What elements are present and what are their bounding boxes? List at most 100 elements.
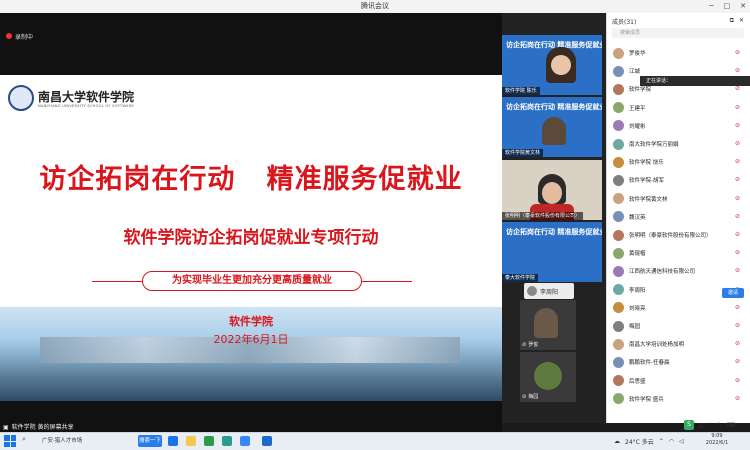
member-row[interactable]: 刘耀彬 ⊘ [606,117,746,135]
slide-school-name: 软件学院 [229,315,273,328]
mic-muted-icon[interactable]: ⊘ [735,158,740,165]
avatar [613,47,624,59]
member-row[interactable]: 罗俊华 ⊘ [606,44,746,62]
mic-muted-icon[interactable]: ⊘ [735,267,740,274]
member-row[interactable]: 南大软件学院万丽娟 ⊘ [606,135,746,153]
volume-icon[interactable]: ◁ [679,438,684,445]
mic-muted-icon[interactable]: ⊘ [735,122,740,129]
search-icon[interactable]: ⌕ [22,435,26,444]
presentation-slide: 南昌大学软件学院 NANCHANG UNIVERSITY SCHOOL OF S… [0,75,502,401]
slogan-divider-left [92,281,142,282]
slide-subtitle: 软件学院访企拓岗促就业专项行动 [123,228,379,248]
window-title: 腾讯会议 [361,2,389,10]
mic-muted-icon[interactable]: ⊘ [735,140,740,147]
video-participant-name: 软件学院黄文林 [502,149,544,157]
invite-button[interactable]: 邀请 [722,288,744,298]
mic-muted-icon[interactable]: ⊘ [735,322,740,329]
member-row[interactable]: 黄琨楷 ⊘ [606,244,746,262]
mic-muted-icon[interactable]: ⊘ [735,67,740,74]
mic-muted-icon[interactable]: ⊘ [735,377,740,384]
member-row[interactable]: 魏汉英 ⊘ [606,208,746,226]
member-name: 软件学院-胡军 [629,178,664,185]
member-row[interactable]: 江西航天通信科技有限公司 ⊘ [606,262,746,280]
app-icon[interactable] [262,436,272,446]
participant-face-skin [551,55,571,75]
taskbar-search-button[interactable]: 搜索一下 [138,435,162,447]
popout-icon[interactable]: ⧉ [730,17,734,24]
participant-face [534,308,558,338]
avatar [613,302,624,314]
mic-muted-icon[interactable]: ⊘ [735,231,740,238]
minimize-icon[interactable]: ─ [709,0,713,13]
avatar [613,265,624,277]
member-row[interactable]: 鹏鹏软件-任春晨 ⊘ [606,353,746,371]
members-search-input[interactable]: 搜索成员 [612,28,744,38]
video-tile[interactable]: 张明明（泰豪软件股份有限公司） [502,160,602,220]
member-row[interactable]: 软件学院 盛兵 ⊘ [606,390,746,408]
mic-muted-icon[interactable]: ⊘ [735,195,740,202]
tencent-meeting-icon[interactable] [240,436,250,446]
slogan-divider-right [362,281,412,282]
video-tile[interactable]: ⊘ 罗俊 [520,300,576,350]
ime-toolbar[interactable]: S 五 ☾ °, ⌨ [684,420,746,430]
close-icon[interactable]: ✕ [739,17,744,24]
video-participant-name: 梅园 [528,394,539,400]
mic-muted-icon[interactable]: ⊘ [735,340,740,347]
maximize-icon[interactable]: □ [724,0,731,13]
windows-start-icon[interactable] [4,435,16,447]
member-row[interactable]: 梅园 ⊘ [606,317,746,335]
app-icon[interactable] [222,436,232,446]
member-row[interactable]: 软件学院 饶乐 ⊘ [606,153,746,171]
avatar [613,356,624,368]
mic-muted-icon[interactable]: ⊘ [735,176,740,183]
participant-avatar [534,362,562,390]
mic-muted-icon[interactable]: ⊘ [735,304,740,311]
member-row[interactable]: 软件学院黄文林 ⊘ [606,190,746,208]
member-row[interactable]: 后思盛 ⊘ [606,372,746,390]
recording-badge: 录制中 [6,30,33,42]
avatar [613,284,624,296]
edge-browser-icon[interactable] [168,436,178,446]
member-row[interactable]: 软件学院-胡军 ⊘ [606,171,746,189]
taskbar-clock[interactable]: 9:09 2022/6/1 [700,433,734,449]
network-icon[interactable]: ◠ [669,438,674,445]
member-name: 王建平 [629,105,646,112]
screen-share-bar[interactable]: ▣ 软件学院 黄的屏幕共享 [0,423,502,432]
member-row[interactable]: 刘晓亮 ⊘ [606,299,746,317]
member-name: 南大软件学院万丽娟 [629,142,679,148]
speaker-chip[interactable]: 李周阳 [524,283,574,299]
video-tile[interactable]: 访企拓岗在行动 精准服务促就业 软件学院 陈乐 [502,35,602,95]
mic-muted-icon: ⊘ [522,341,527,348]
member-name: 软件学院 盛兵 [629,396,664,403]
mic-muted-icon[interactable]: ⊘ [735,358,740,365]
mic-muted-icon[interactable]: ⊘ [735,104,740,111]
speaking-tooltip: 正在讲话： [640,76,750,86]
system-tray[interactable]: ☁ 24°C 多云 ⌃ ◠ ◁ [614,434,684,448]
member-row[interactable]: 王建平 ⊘ [606,99,746,117]
taskbar-app[interactable]: 广安·猎人才市场 [34,435,134,447]
tray-chevron-icon[interactable]: ⌃ [659,438,664,445]
video-tile[interactable]: ⊘ 梅园 [520,352,576,402]
video-tile[interactable]: 访企拓岗在行动 精准服务促就业 软件学院黄文林 [502,97,602,157]
mic-muted-icon[interactable]: ⊘ [735,249,740,256]
avatar [613,247,624,259]
avatar [613,393,624,405]
mic-muted-icon[interactable]: ⊘ [735,395,740,402]
close-icon[interactable]: ✕ [740,0,746,13]
member-row[interactable]: 张明明（泰豪软件股份有限公司） ⊘ [606,226,746,244]
avatar [613,138,624,150]
mic-muted-icon[interactable]: ⊘ [735,85,740,92]
excel-icon[interactable] [204,436,214,446]
clock-date: 2022/6/1 [705,440,729,446]
mic-muted-icon[interactable]: ⊘ [735,49,740,56]
avatar [613,83,624,95]
member-name: 南昌大学培训处杨加明 [629,342,685,349]
video-title: 访企拓岗在行动 精准服务促就业 [506,103,602,111]
participant-face-skin [542,182,562,204]
slide-logo-subtext: NANCHANG UNIVERSITY SCHOOL OF SOFTWARE [38,104,134,108]
member-name: 李周阳 [629,287,646,294]
mic-muted-icon[interactable]: ⊘ [735,213,740,220]
video-tile[interactable]: 访企拓岗在行动 精准服务促就业 泰大软件学院 [502,222,602,282]
file-explorer-icon[interactable] [186,436,196,446]
member-row[interactable]: 南昌大学培训处杨加明 ⊘ [606,335,746,353]
